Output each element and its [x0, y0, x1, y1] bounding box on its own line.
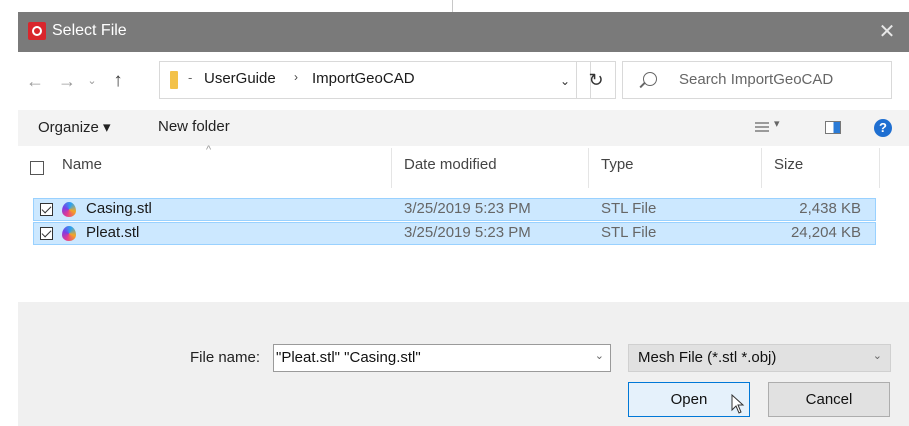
preview-pane-icon[interactable] — [825, 121, 841, 134]
column-divider[interactable] — [391, 148, 392, 188]
dialog-titlebar[interactable]: Select File ✕ — [18, 12, 909, 52]
file-name-dropdown-chevron-icon[interactable]: ⌄ — [595, 349, 604, 362]
command-bar: Organize ▾ New folder ▾ ? — [18, 110, 909, 146]
address-bar[interactable]: - UserGuide › ImportGeoCAD ⌄ — [159, 61, 591, 99]
footer-panel: File name: "Pleat.stl" "Casing.stl" ⌄ Me… — [18, 302, 909, 426]
column-divider[interactable] — [879, 148, 880, 188]
column-divider[interactable] — [588, 148, 589, 188]
view-options-icon[interactable] — [755, 122, 769, 134]
forward-arrow-icon[interactable]: → — [56, 68, 78, 94]
recent-locations-chevron-icon[interactable]: ⌄ — [84, 68, 100, 94]
stl-file-icon — [62, 226, 76, 241]
dialog-title: Select File — [52, 22, 127, 39]
file-size: 24,204 KB — [790, 224, 861, 241]
column-header-type[interactable]: Type — [601, 156, 634, 173]
column-header-size[interactable]: Size — [774, 156, 803, 173]
background-divider — [452, 0, 453, 12]
close-button[interactable]: ✕ — [875, 20, 899, 44]
file-dialog: ← → ⌄ ↑ - UserGuide › ImportGeoCAD ⌄ ↻ S… — [18, 52, 909, 426]
row-checkbox-checked[interactable] — [40, 203, 53, 216]
row-checkbox-checked[interactable] — [40, 227, 53, 240]
file-name-label: File name: — [190, 349, 261, 366]
background-window — [0, 0, 909, 12]
address-dropdown-chevron-icon[interactable]: ⌄ — [560, 68, 576, 94]
search-placeholder: Search ImportGeoCAD — [679, 71, 834, 88]
breadcrumb-arrow-icon[interactable]: › — [294, 70, 298, 84]
file-name: Casing.stl — [86, 200, 152, 217]
file-type-select[interactable]: Mesh File (*.stl *.obj) ⌄ — [628, 344, 891, 372]
breadcrumb-importgeocad[interactable]: ImportGeoCAD — [312, 70, 415, 87]
file-type: STL File — [601, 224, 657, 241]
stl-file-icon — [62, 202, 76, 217]
new-folder-button[interactable]: New folder — [158, 118, 230, 135]
column-header-date-modified[interactable]: Date modified — [404, 156, 497, 173]
file-name: Pleat.stl — [86, 224, 140, 241]
refresh-icon[interactable]: ↻ — [576, 61, 616, 99]
select-all-checkbox[interactable] — [30, 161, 44, 175]
cancel-button[interactable]: Cancel — [768, 382, 890, 417]
file-type-value: Mesh File (*.stl *.obj) — [638, 349, 777, 366]
file-date-modified: 3/25/2019 5:23 PM — [404, 200, 531, 217]
column-header-name[interactable]: Name — [62, 156, 102, 173]
file-row[interactable]: Pleat.stl 3/25/2019 5:23 PM STL File 24,… — [33, 222, 876, 245]
search-icon — [643, 72, 657, 86]
folder-icon — [170, 71, 178, 89]
file-name-value: "Pleat.stl" "Casing.stl" — [276, 349, 421, 366]
column-divider[interactable] — [761, 148, 762, 188]
file-type: STL File — [601, 200, 657, 217]
file-size: 2,438 KB — [799, 200, 861, 217]
file-name-input[interactable]: "Pleat.stl" "Casing.stl" ⌄ — [273, 344, 611, 372]
up-folder-arrow-icon[interactable]: ↑ — [108, 68, 128, 94]
file-type-dropdown-chevron-icon[interactable]: ⌄ — [873, 349, 882, 362]
file-date-modified: 3/25/2019 5:23 PM — [404, 224, 531, 241]
help-icon[interactable]: ? — [874, 119, 892, 137]
organize-menu-button[interactable]: Organize ▾ — [38, 118, 111, 136]
breadcrumb-separator: - — [188, 70, 193, 85]
file-row[interactable]: Casing.stl 3/25/2019 5:23 PM STL File 2,… — [33, 198, 876, 221]
back-arrow-icon[interactable]: ← — [24, 68, 46, 94]
view-dropdown-chevron-icon[interactable]: ▾ — [774, 117, 780, 130]
sort-caret-icon: ^ — [206, 144, 212, 156]
app-logo-icon — [28, 22, 46, 40]
search-input[interactable]: Search ImportGeoCAD — [622, 61, 892, 99]
breadcrumb-userguide[interactable]: UserGuide — [204, 70, 276, 87]
